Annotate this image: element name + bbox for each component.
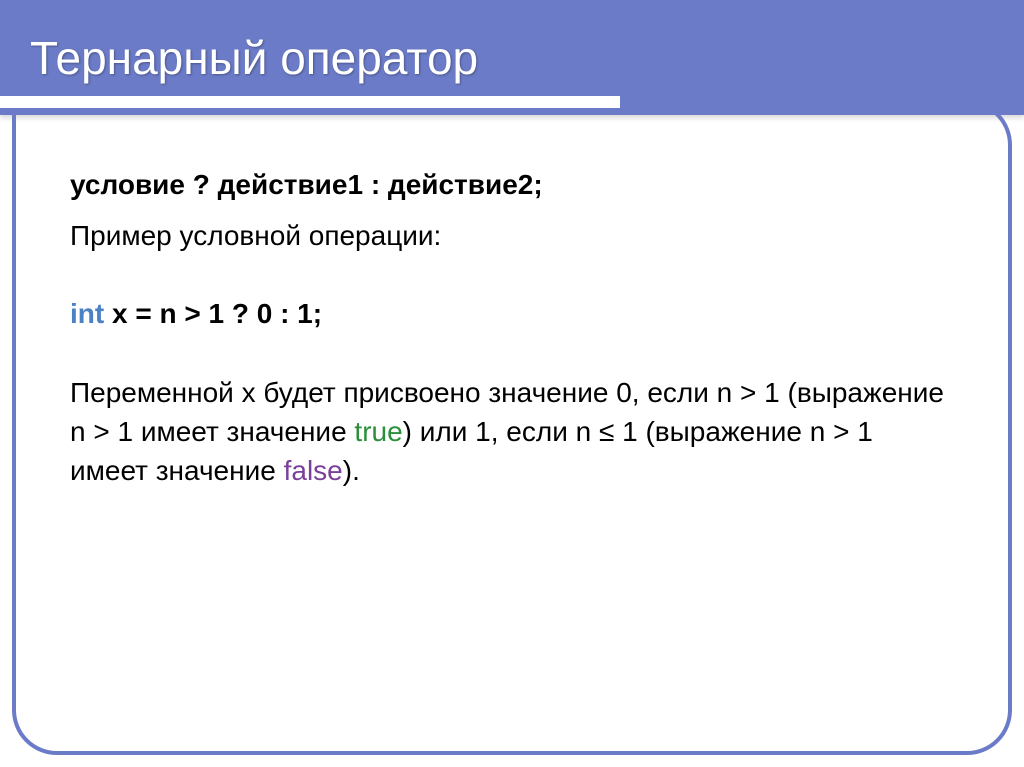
slide-title: Тернарный оператор bbox=[30, 31, 478, 85]
example-label: Пример условной операции: bbox=[70, 216, 954, 257]
slide: Тернарный оператор условие ? действие1 :… bbox=[0, 0, 1024, 767]
content-area: условие ? действие1 : действие2; Пример … bbox=[70, 165, 954, 490]
syntax-line: условие ? действие1 : действие2; bbox=[70, 165, 954, 206]
code-rest: x = n > 1 ? 0 : 1; bbox=[104, 298, 322, 329]
keyword-true: true bbox=[354, 416, 402, 447]
frame-cut bbox=[0, 96, 620, 108]
keyword-false: false bbox=[284, 455, 343, 486]
keyword-int: int bbox=[70, 298, 104, 329]
explanation-part3: ). bbox=[343, 455, 360, 486]
code-line: int x = n > 1 ? 0 : 1; bbox=[70, 294, 954, 335]
explanation-text: Переменной x будет присвоено значение 0,… bbox=[70, 373, 954, 491]
